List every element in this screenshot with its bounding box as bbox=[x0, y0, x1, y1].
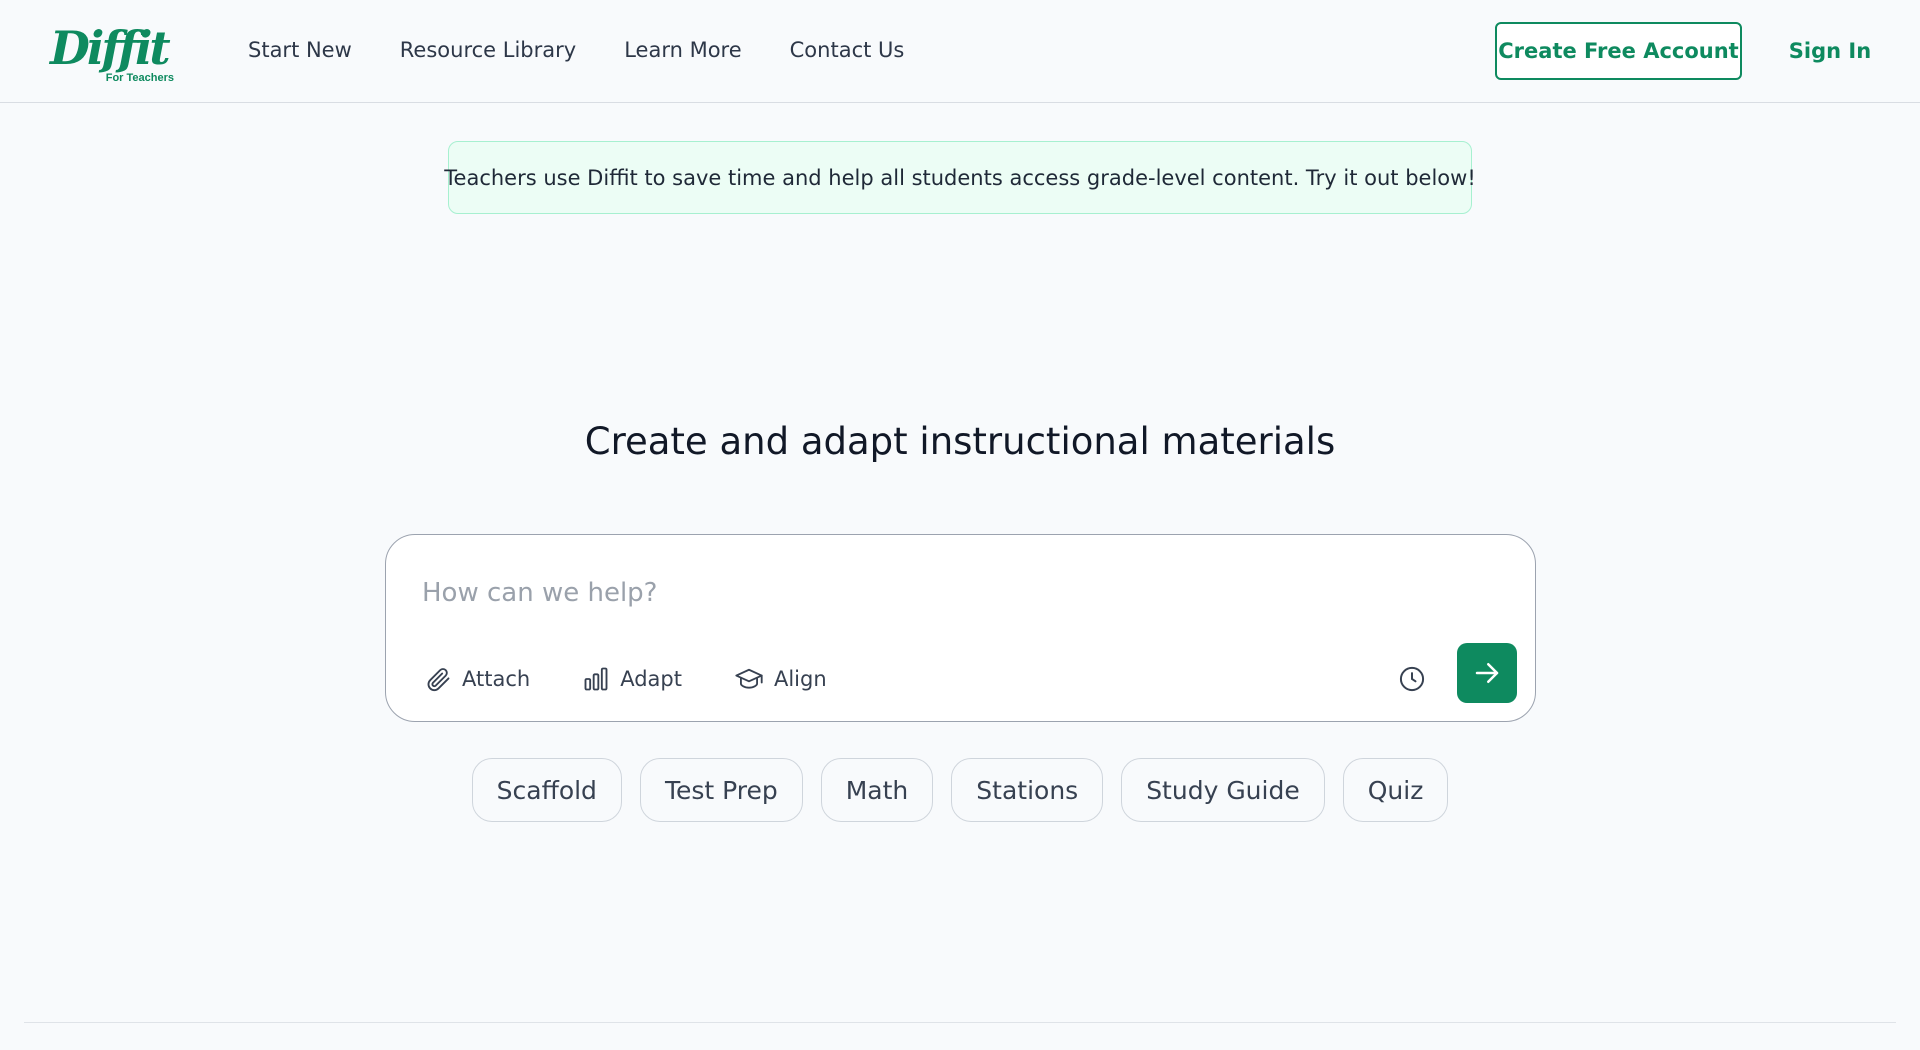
adapt-label: Adapt bbox=[620, 667, 682, 691]
send-button[interactable] bbox=[1457, 643, 1517, 703]
bar-chart-icon bbox=[584, 667, 608, 691]
chip-stations[interactable]: Stations bbox=[951, 758, 1104, 822]
arrow-right-icon bbox=[1475, 663, 1499, 683]
align-button[interactable]: Align bbox=[734, 665, 827, 693]
attach-button[interactable]: Attach bbox=[424, 665, 530, 693]
create-free-account-button[interactable]: Create Free Account bbox=[1495, 22, 1742, 80]
chip-scaffold[interactable]: Scaffold bbox=[471, 758, 622, 822]
chip-math[interactable]: Math bbox=[820, 758, 934, 822]
nav-item-start-new[interactable]: Start New bbox=[248, 38, 352, 62]
diffit-logo[interactable]: Diffit For Teachers bbox=[50, 24, 180, 88]
attach-label: Attach bbox=[462, 667, 531, 691]
history-button[interactable] bbox=[1392, 659, 1432, 699]
prompt-input[interactable] bbox=[422, 573, 1482, 613]
site-header: Diffit For Teachers Start New Resource L… bbox=[0, 0, 1920, 103]
banner-text: Teachers use Diffit to save time and hel… bbox=[444, 165, 1476, 190]
adapt-button[interactable]: Adapt bbox=[582, 665, 682, 693]
nav-item-learn-more[interactable]: Learn More bbox=[624, 38, 741, 62]
nav-item-contact-us[interactable]: Contact Us bbox=[790, 38, 905, 62]
main-nav: Start New Resource Library Learn More Co… bbox=[248, 34, 952, 66]
chip-test-prep[interactable]: Test Prep bbox=[639, 758, 803, 822]
clock-icon bbox=[1399, 666, 1425, 692]
prompt-tools: Attach Adapt Align bbox=[424, 659, 879, 699]
paperclip-icon bbox=[427, 668, 450, 692]
page-title: Create and adapt instructional materials bbox=[584, 420, 1336, 463]
footer-divider bbox=[24, 1022, 1896, 1023]
chip-quiz[interactable]: Quiz bbox=[1342, 758, 1449, 822]
chip-study-guide[interactable]: Study Guide bbox=[1121, 758, 1325, 822]
align-label: Align bbox=[773, 667, 827, 691]
logo-tagline: For Teachers bbox=[105, 72, 174, 84]
info-banner: Teachers use Diffit to save time and hel… bbox=[444, 141, 1476, 214]
suggestion-chips: Scaffold Test Prep Math Stations Study G… bbox=[0, 758, 1920, 822]
logo-wordmark: Diffit bbox=[50, 21, 171, 75]
prompt-box: Attach Adapt Align bbox=[385, 534, 1536, 722]
graduation-cap-icon bbox=[735, 668, 763, 689]
nav-item-resource-library[interactable]: Resource Library bbox=[400, 38, 576, 62]
sign-in-button[interactable]: Sign In bbox=[1770, 22, 1890, 80]
